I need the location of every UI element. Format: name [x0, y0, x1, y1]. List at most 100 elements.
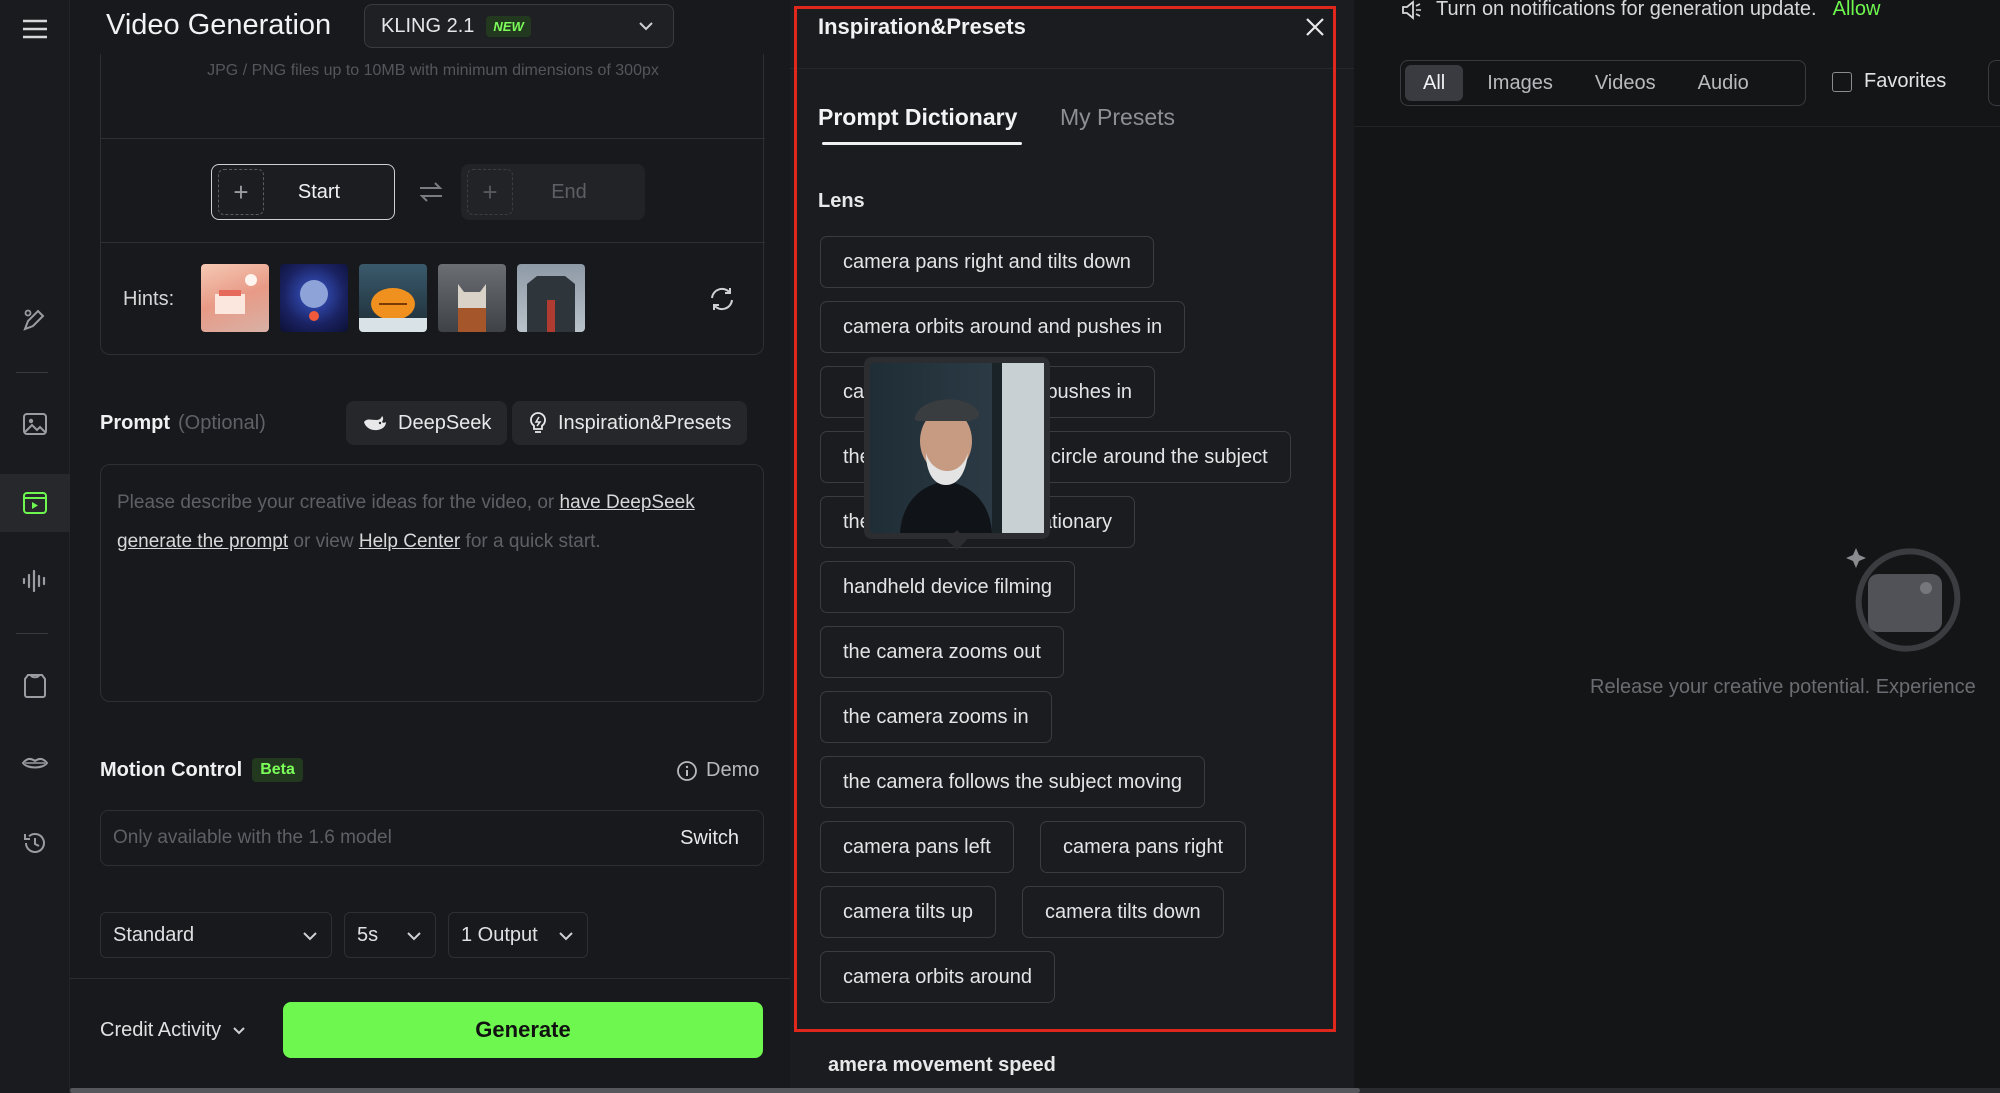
audio-wave-icon	[22, 569, 46, 593]
favorites-filter[interactable]: Favorites	[1832, 70, 1946, 93]
lightbulb-icon	[530, 412, 546, 433]
page-header: Video Generation KLING 2.1 NEW	[70, 0, 790, 54]
preset-chip[interactable]: camera pans right and tilts down	[820, 236, 1154, 288]
preset-chip[interactable]: camera tilts up	[820, 886, 997, 938]
help-center-link[interactable]: Help Center	[359, 531, 460, 552]
chevron-down-icon	[559, 932, 573, 941]
active-tab-indicator	[822, 142, 1022, 145]
preset-chip[interactable]: handheld device filming	[820, 561, 1076, 613]
rail-item-image[interactable]	[0, 395, 70, 453]
preset-chip[interactable]: camera tilts down	[1022, 886, 1224, 938]
refresh-icon[interactable]	[707, 284, 737, 314]
preset-chip[interactable]: camera orbits around	[820, 951, 1055, 1003]
rail-item-video[interactable]	[0, 474, 70, 532]
preset-chip[interactable]: camera pans left	[820, 821, 1014, 873]
hint-thumbnail[interactable]	[201, 264, 269, 332]
preset-chip[interactable]: camera orbits around and pushes in	[820, 301, 1186, 353]
mode-value: Standard	[113, 923, 195, 946]
hint-thumbnail[interactable]	[438, 264, 506, 332]
whale-icon	[364, 416, 386, 431]
plus-icon: +	[218, 169, 264, 215]
rail-item-history[interactable]	[0, 814, 70, 872]
hint-thumbnail-image	[458, 284, 486, 332]
rail-item-audio[interactable]	[0, 552, 70, 610]
results-divider	[1354, 126, 2000, 127]
hint-thumbnail[interactable]	[359, 264, 427, 332]
speaker-icon	[1402, 0, 1421, 20]
prompt-textarea[interactable]: Please describe your creative ideas for …	[100, 464, 764, 702]
rail-item-lipsync[interactable]	[0, 735, 70, 793]
rail-item-apparel[interactable]	[0, 656, 70, 714]
deepseek-button[interactable]: DeepSeek	[346, 401, 508, 445]
scrollbar-thumb[interactable]	[70, 1088, 1360, 1093]
hamburger-menu-icon	[23, 19, 47, 39]
video-icon	[23, 492, 47, 514]
switch-button[interactable]: Switch	[680, 827, 739, 850]
rail-item-edit[interactable]	[0, 291, 70, 349]
close-icon[interactable]	[1302, 14, 1328, 40]
upload-divider	[101, 138, 765, 139]
panel-title: Inspiration&Presets	[818, 14, 1026, 39]
inspiration-presets-label: Inspiration&Presets	[558, 411, 732, 434]
lips-icon	[21, 757, 49, 769]
preset-chip[interactable]: the camera zooms in	[820, 691, 1052, 743]
page-title: Video Generation	[106, 9, 332, 41]
output-count-value: 1 Output	[461, 923, 538, 946]
model-select[interactable]: KLING 2.1 NEW	[364, 4, 674, 48]
swap-arrows-icon[interactable]	[417, 178, 445, 206]
start-frame-button[interactable]: + Start	[211, 164, 395, 220]
generate-button[interactable]: Generate	[283, 1002, 763, 1058]
filter-all[interactable]: All	[1405, 65, 1464, 101]
duration-select[interactable]: 5s	[344, 912, 436, 958]
preset-chip[interactable]: the camera zooms out	[820, 626, 1064, 678]
demo-label: Demo	[706, 759, 760, 781]
hint-thumbnail-image	[300, 280, 328, 321]
motion-control-label: Motion Control Beta	[100, 758, 303, 782]
section-title: amera movement speed	[828, 1054, 1056, 1076]
preset-preview-popover	[864, 357, 1050, 550]
chevron-down-icon	[303, 932, 317, 941]
favorites-checkbox[interactable]	[1832, 71, 1852, 92]
image-upload-area[interactable]: JPG / PNG files up to 10MB with minimum …	[100, 54, 765, 355]
prompt-label-text: Prompt	[100, 412, 170, 434]
upload-divider	[101, 242, 765, 243]
toolbar-button-partial[interactable]	[1988, 60, 2000, 106]
deepseek-label: DeepSeek	[398, 411, 492, 434]
tab-my-presets[interactable]: My Presets	[1060, 104, 1175, 131]
menu-button[interactable]	[0, 0, 70, 58]
preset-chip[interactable]: the camera follows the subject moving	[820, 756, 1206, 808]
notification-text: Turn on notifications for generation upd…	[1436, 0, 1817, 20]
credit-activity-button[interactable]: Credit Activity	[100, 1019, 247, 1042]
allow-notifications-link[interactable]: Allow	[1833, 0, 1881, 21]
results-area: Turn on notifications for generation upd…	[1354, 0, 2000, 1093]
rail-divider	[16, 372, 48, 373]
inspiration-presets-panel: Inspiration&Presets Prompt Dictionary My…	[790, 0, 1354, 1093]
hint-thumbnail-image	[527, 276, 575, 332]
generation-panel: JPG / PNG files up to 10MB with minimum …	[70, 0, 790, 1093]
tab-prompt-dictionary[interactable]: Prompt Dictionary	[818, 104, 1017, 131]
demo-link[interactable]: Demo	[676, 759, 759, 782]
mode-select[interactable]: Standard	[100, 912, 332, 958]
prompt-placeholder: or view	[288, 531, 359, 552]
filter-audio[interactable]: Audio	[1680, 65, 1767, 101]
hint-thumbnail-image	[359, 288, 427, 332]
output-count-select[interactable]: 1 Output	[448, 912, 588, 958]
hint-thumbnail[interactable]	[517, 264, 585, 332]
end-frame-button[interactable]: + End	[461, 164, 645, 220]
preview-image	[870, 363, 1044, 533]
panel-divider	[790, 68, 1354, 69]
horizontal-scrollbar[interactable]	[70, 1088, 2000, 1093]
plus-icon: +	[467, 169, 513, 215]
filter-videos[interactable]: Videos	[1577, 65, 1674, 101]
filter-images[interactable]: Images	[1469, 65, 1571, 101]
image-icon	[23, 413, 47, 435]
empty-state-text: Release your creative potential. Experie…	[1590, 676, 1976, 698]
shirt-icon	[24, 674, 46, 698]
preset-chip[interactable]: camera pans right	[1040, 821, 1247, 873]
hint-thumbnail[interactable]	[280, 264, 348, 332]
prompt-optional: (Optional)	[178, 412, 266, 434]
info-icon	[677, 760, 697, 781]
inspiration-presets-button[interactable]: Inspiration&Presets	[512, 401, 748, 445]
beta-badge: Beta	[252, 758, 303, 782]
hint-thumbnail-image	[215, 274, 257, 314]
